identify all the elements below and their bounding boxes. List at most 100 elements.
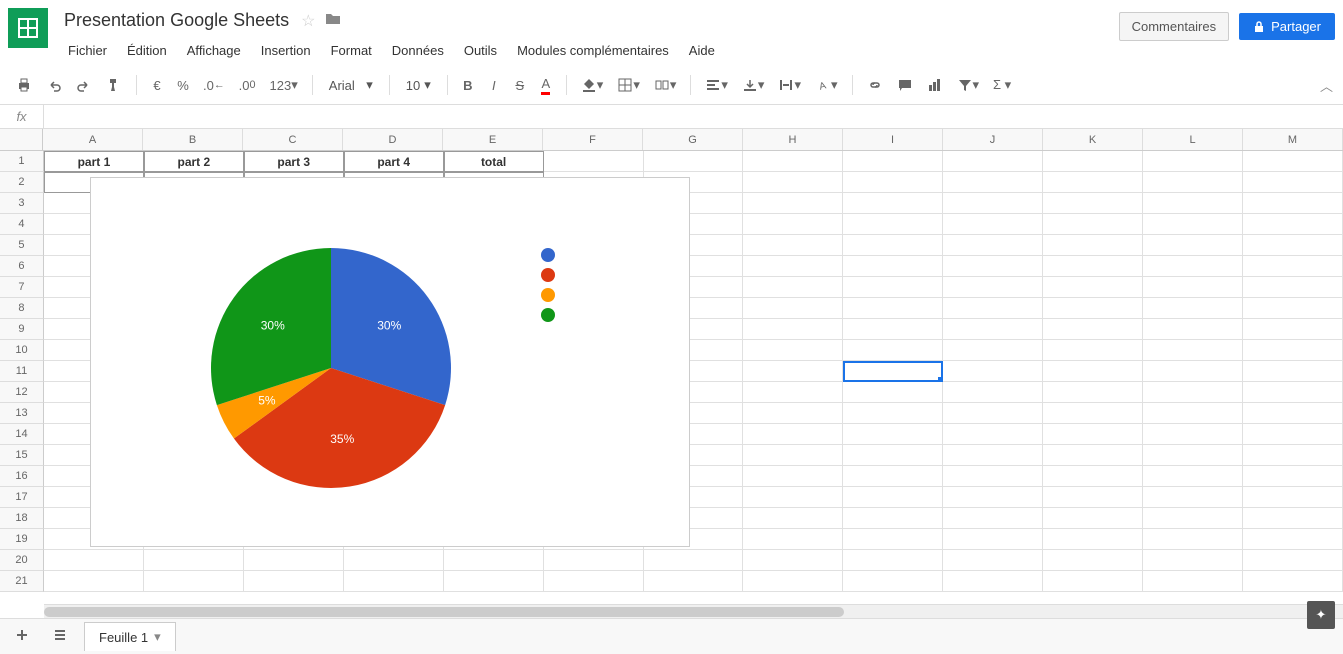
- rotate-button[interactable]: A▾: [809, 72, 844, 98]
- wrap-button[interactable]: ▾: [772, 72, 807, 98]
- cell[interactable]: [1143, 445, 1243, 466]
- cell[interactable]: [1143, 382, 1243, 403]
- row-header[interactable]: 20: [0, 550, 44, 571]
- select-all-corner[interactable]: [0, 129, 43, 150]
- currency-button[interactable]: €: [145, 72, 169, 98]
- cell[interactable]: [1243, 151, 1343, 172]
- cell[interactable]: [843, 151, 943, 172]
- cell[interactable]: [1043, 361, 1143, 382]
- menu-edit[interactable]: Édition: [119, 39, 175, 62]
- paint-format-icon[interactable]: [100, 72, 128, 98]
- row-header[interactable]: 12: [0, 382, 44, 403]
- redo-icon[interactable]: [70, 72, 98, 98]
- row-header[interactable]: 16: [0, 466, 44, 487]
- cell[interactable]: [1043, 235, 1143, 256]
- cell[interactable]: [1043, 529, 1143, 550]
- cell[interactable]: [1043, 382, 1143, 403]
- cell[interactable]: [1043, 550, 1143, 571]
- cell[interactable]: [943, 277, 1043, 298]
- text-color-button[interactable]: A: [534, 72, 558, 98]
- cell[interactable]: [1243, 403, 1343, 424]
- cell[interactable]: [344, 550, 444, 571]
- cell[interactable]: [1043, 256, 1143, 277]
- cell[interactable]: [1143, 151, 1243, 172]
- cell[interactable]: [1043, 445, 1143, 466]
- cell[interactable]: part 3: [244, 151, 344, 172]
- cell[interactable]: [444, 550, 544, 571]
- cell[interactable]: [1243, 361, 1343, 382]
- cell[interactable]: [1143, 214, 1243, 235]
- cell[interactable]: [943, 319, 1043, 340]
- cell[interactable]: [843, 256, 943, 277]
- row-header[interactable]: 13: [0, 403, 44, 424]
- add-sheet-button[interactable]: [8, 621, 36, 652]
- folder-icon[interactable]: [324, 12, 342, 29]
- cell[interactable]: [843, 214, 943, 235]
- row-header[interactable]: 1: [0, 151, 44, 172]
- cell[interactable]: [943, 571, 1043, 592]
- cell[interactable]: [943, 403, 1043, 424]
- cell[interactable]: [1143, 508, 1243, 529]
- cell[interactable]: [1043, 340, 1143, 361]
- cell[interactable]: [743, 403, 843, 424]
- row-header[interactable]: 2: [0, 172, 44, 193]
- cell[interactable]: [1243, 529, 1343, 550]
- cell[interactable]: [843, 382, 943, 403]
- menu-view[interactable]: Affichage: [179, 39, 249, 62]
- cell[interactable]: [344, 571, 444, 592]
- cell[interactable]: [1243, 508, 1343, 529]
- cell[interactable]: [1143, 340, 1243, 361]
- cell[interactable]: [644, 151, 744, 172]
- cell[interactable]: [743, 466, 843, 487]
- print-icon[interactable]: [10, 72, 38, 98]
- cell[interactable]: [1243, 487, 1343, 508]
- cell[interactable]: [943, 487, 1043, 508]
- column-header[interactable]: G: [643, 129, 743, 150]
- cell[interactable]: [1043, 193, 1143, 214]
- cell[interactable]: [1043, 172, 1143, 193]
- cell[interactable]: [843, 529, 943, 550]
- horizontal-scrollbar[interactable]: [44, 604, 1343, 618]
- all-sheets-button[interactable]: [46, 621, 74, 652]
- cell[interactable]: [1243, 340, 1343, 361]
- menu-insert[interactable]: Insertion: [253, 39, 319, 62]
- halign-button[interactable]: ▾: [699, 72, 734, 98]
- row-header[interactable]: 11: [0, 361, 44, 382]
- cell[interactable]: [843, 487, 943, 508]
- cell[interactable]: [1143, 361, 1243, 382]
- cell[interactable]: [144, 550, 244, 571]
- cell[interactable]: [1043, 466, 1143, 487]
- row-header[interactable]: 10: [0, 340, 44, 361]
- cell[interactable]: [943, 424, 1043, 445]
- explore-button[interactable]: ✦: [1307, 601, 1335, 629]
- column-header[interactable]: E: [443, 129, 543, 150]
- cell[interactable]: [1143, 298, 1243, 319]
- cell[interactable]: [743, 151, 843, 172]
- filter-icon[interactable]: ▾: [951, 72, 986, 98]
- functions-icon[interactable]: Σ ▾: [987, 72, 1017, 98]
- cell[interactable]: [44, 571, 144, 592]
- cell[interactable]: [743, 340, 843, 361]
- decrease-decimal-button[interactable]: .0←: [197, 72, 231, 98]
- cell[interactable]: [943, 340, 1043, 361]
- cell[interactable]: [943, 256, 1043, 277]
- cell[interactable]: [743, 319, 843, 340]
- cell[interactable]: [244, 550, 344, 571]
- cell[interactable]: [1043, 508, 1143, 529]
- column-header[interactable]: H: [743, 129, 843, 150]
- cell[interactable]: [244, 571, 344, 592]
- cell[interactable]: [843, 340, 943, 361]
- row-header[interactable]: 4: [0, 214, 44, 235]
- column-header[interactable]: M: [1243, 129, 1343, 150]
- row-header[interactable]: 8: [0, 298, 44, 319]
- cell[interactable]: [1043, 277, 1143, 298]
- cell[interactable]: [843, 571, 943, 592]
- row-header[interactable]: 9: [0, 319, 44, 340]
- row-header[interactable]: 6: [0, 256, 44, 277]
- row-header[interactable]: 15: [0, 445, 44, 466]
- cell[interactable]: [1143, 529, 1243, 550]
- link-icon[interactable]: [861, 72, 889, 98]
- cell[interactable]: [743, 571, 843, 592]
- cell[interactable]: [843, 172, 943, 193]
- strike-button[interactable]: S: [508, 72, 532, 98]
